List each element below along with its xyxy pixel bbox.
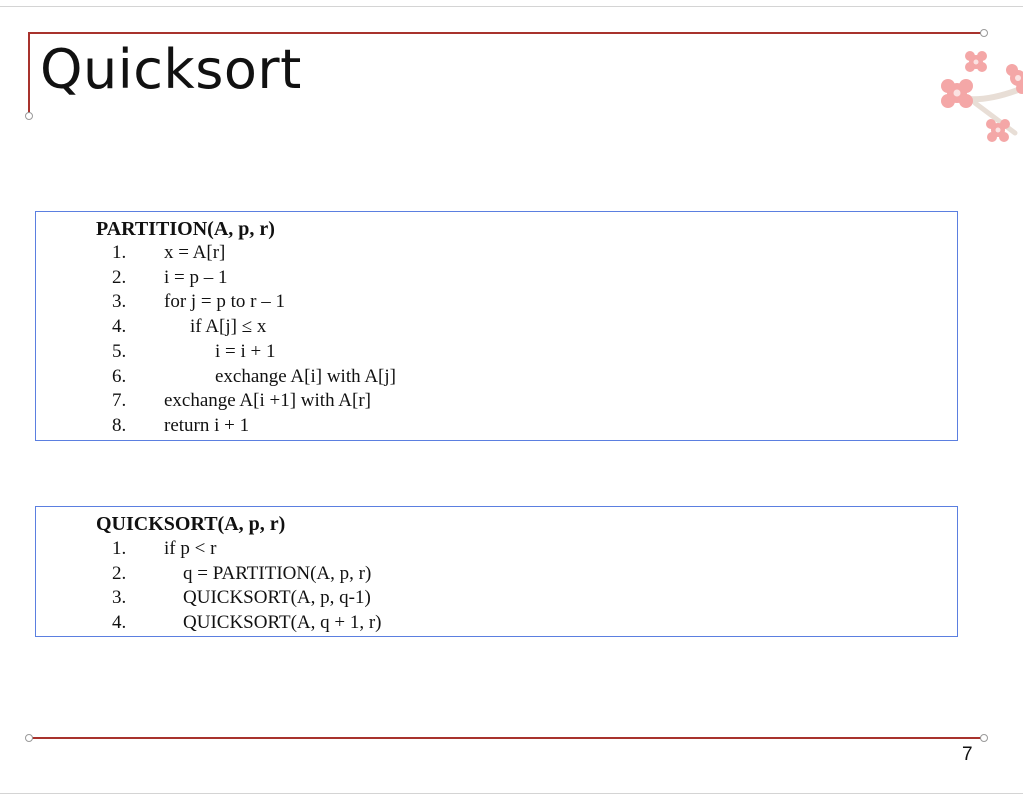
partition-line-number: 2. (112, 266, 127, 288)
partition-line-number: 3. (112, 291, 127, 313)
partition-header: PARTITION(A, p, r) (96, 218, 275, 240)
quicksort-line-statement: q = PARTITION(A, p, r) (183, 562, 372, 584)
rule-handle-top-right[interactable] (980, 29, 988, 37)
quicksort-line-statement: if p < r (164, 538, 217, 559)
footer-rule (30, 737, 984, 739)
quicksort-line-number: 1. (112, 538, 127, 559)
quicksort-line-number: 4. (112, 612, 127, 634)
partition-line-number: 1. (112, 242, 127, 263)
partition-line-number: 6. (112, 365, 127, 387)
partition-line-statement: if A[j] ≤ x (190, 316, 267, 338)
partition-line-statement: x = A[r] (164, 242, 226, 263)
quicksort-line-number: 3. (112, 587, 127, 609)
partition-line-number: 7. (112, 390, 127, 412)
partition-line-statement: exchange A[i +1] with A[r] (164, 390, 371, 412)
partition-line-number: 8. (112, 414, 127, 436)
rule-handle-title-bottom[interactable] (25, 112, 33, 120)
partition-line-statement: exchange A[i] with A[j] (215, 365, 396, 387)
quicksort-code-box: QUICKSORT(A, p, r) 1. if p < r 2. q = PARTI… (35, 506, 958, 637)
partition-line-statement: i = i + 1 (215, 340, 276, 362)
title-side-rule (28, 32, 30, 114)
partition-code-box: PARTITION(A, p, r) 1. x = A[r] 2. i = p – 1… (35, 211, 958, 441)
quicksort-line-number: 2. (112, 562, 127, 584)
quicksort-line-statement: QUICKSORT(A, q + 1, r) (183, 612, 382, 634)
partition-line-statement: for j = p to r – 1 (164, 291, 286, 313)
slide-bottom-edge (0, 793, 1023, 794)
partition-line-number: 5. (112, 340, 127, 362)
partition-line-statement: i = p – 1 (164, 266, 228, 288)
cherry-blossom-icon (941, 51, 1023, 142)
footer-rule-handle-right[interactable] (980, 734, 988, 742)
slide: Quicksort PARTITION(A, p, r) 1. x = A[r] 2… (0, 0, 1023, 798)
quicksort-header: QUICKSORT(A, p, r) (96, 513, 286, 535)
partition-line-number: 4. (112, 316, 127, 338)
quicksort-line-statement: QUICKSORT(A, p, q-1) (183, 587, 371, 609)
page-number: 7 (962, 744, 973, 765)
slide-top-edge (0, 6, 1023, 7)
slide-title: Quicksort (40, 38, 302, 101)
title-top-rule (28, 32, 984, 34)
partition-line-statement: return i + 1 (164, 414, 250, 436)
footer-rule-handle-left[interactable] (25, 734, 33, 742)
